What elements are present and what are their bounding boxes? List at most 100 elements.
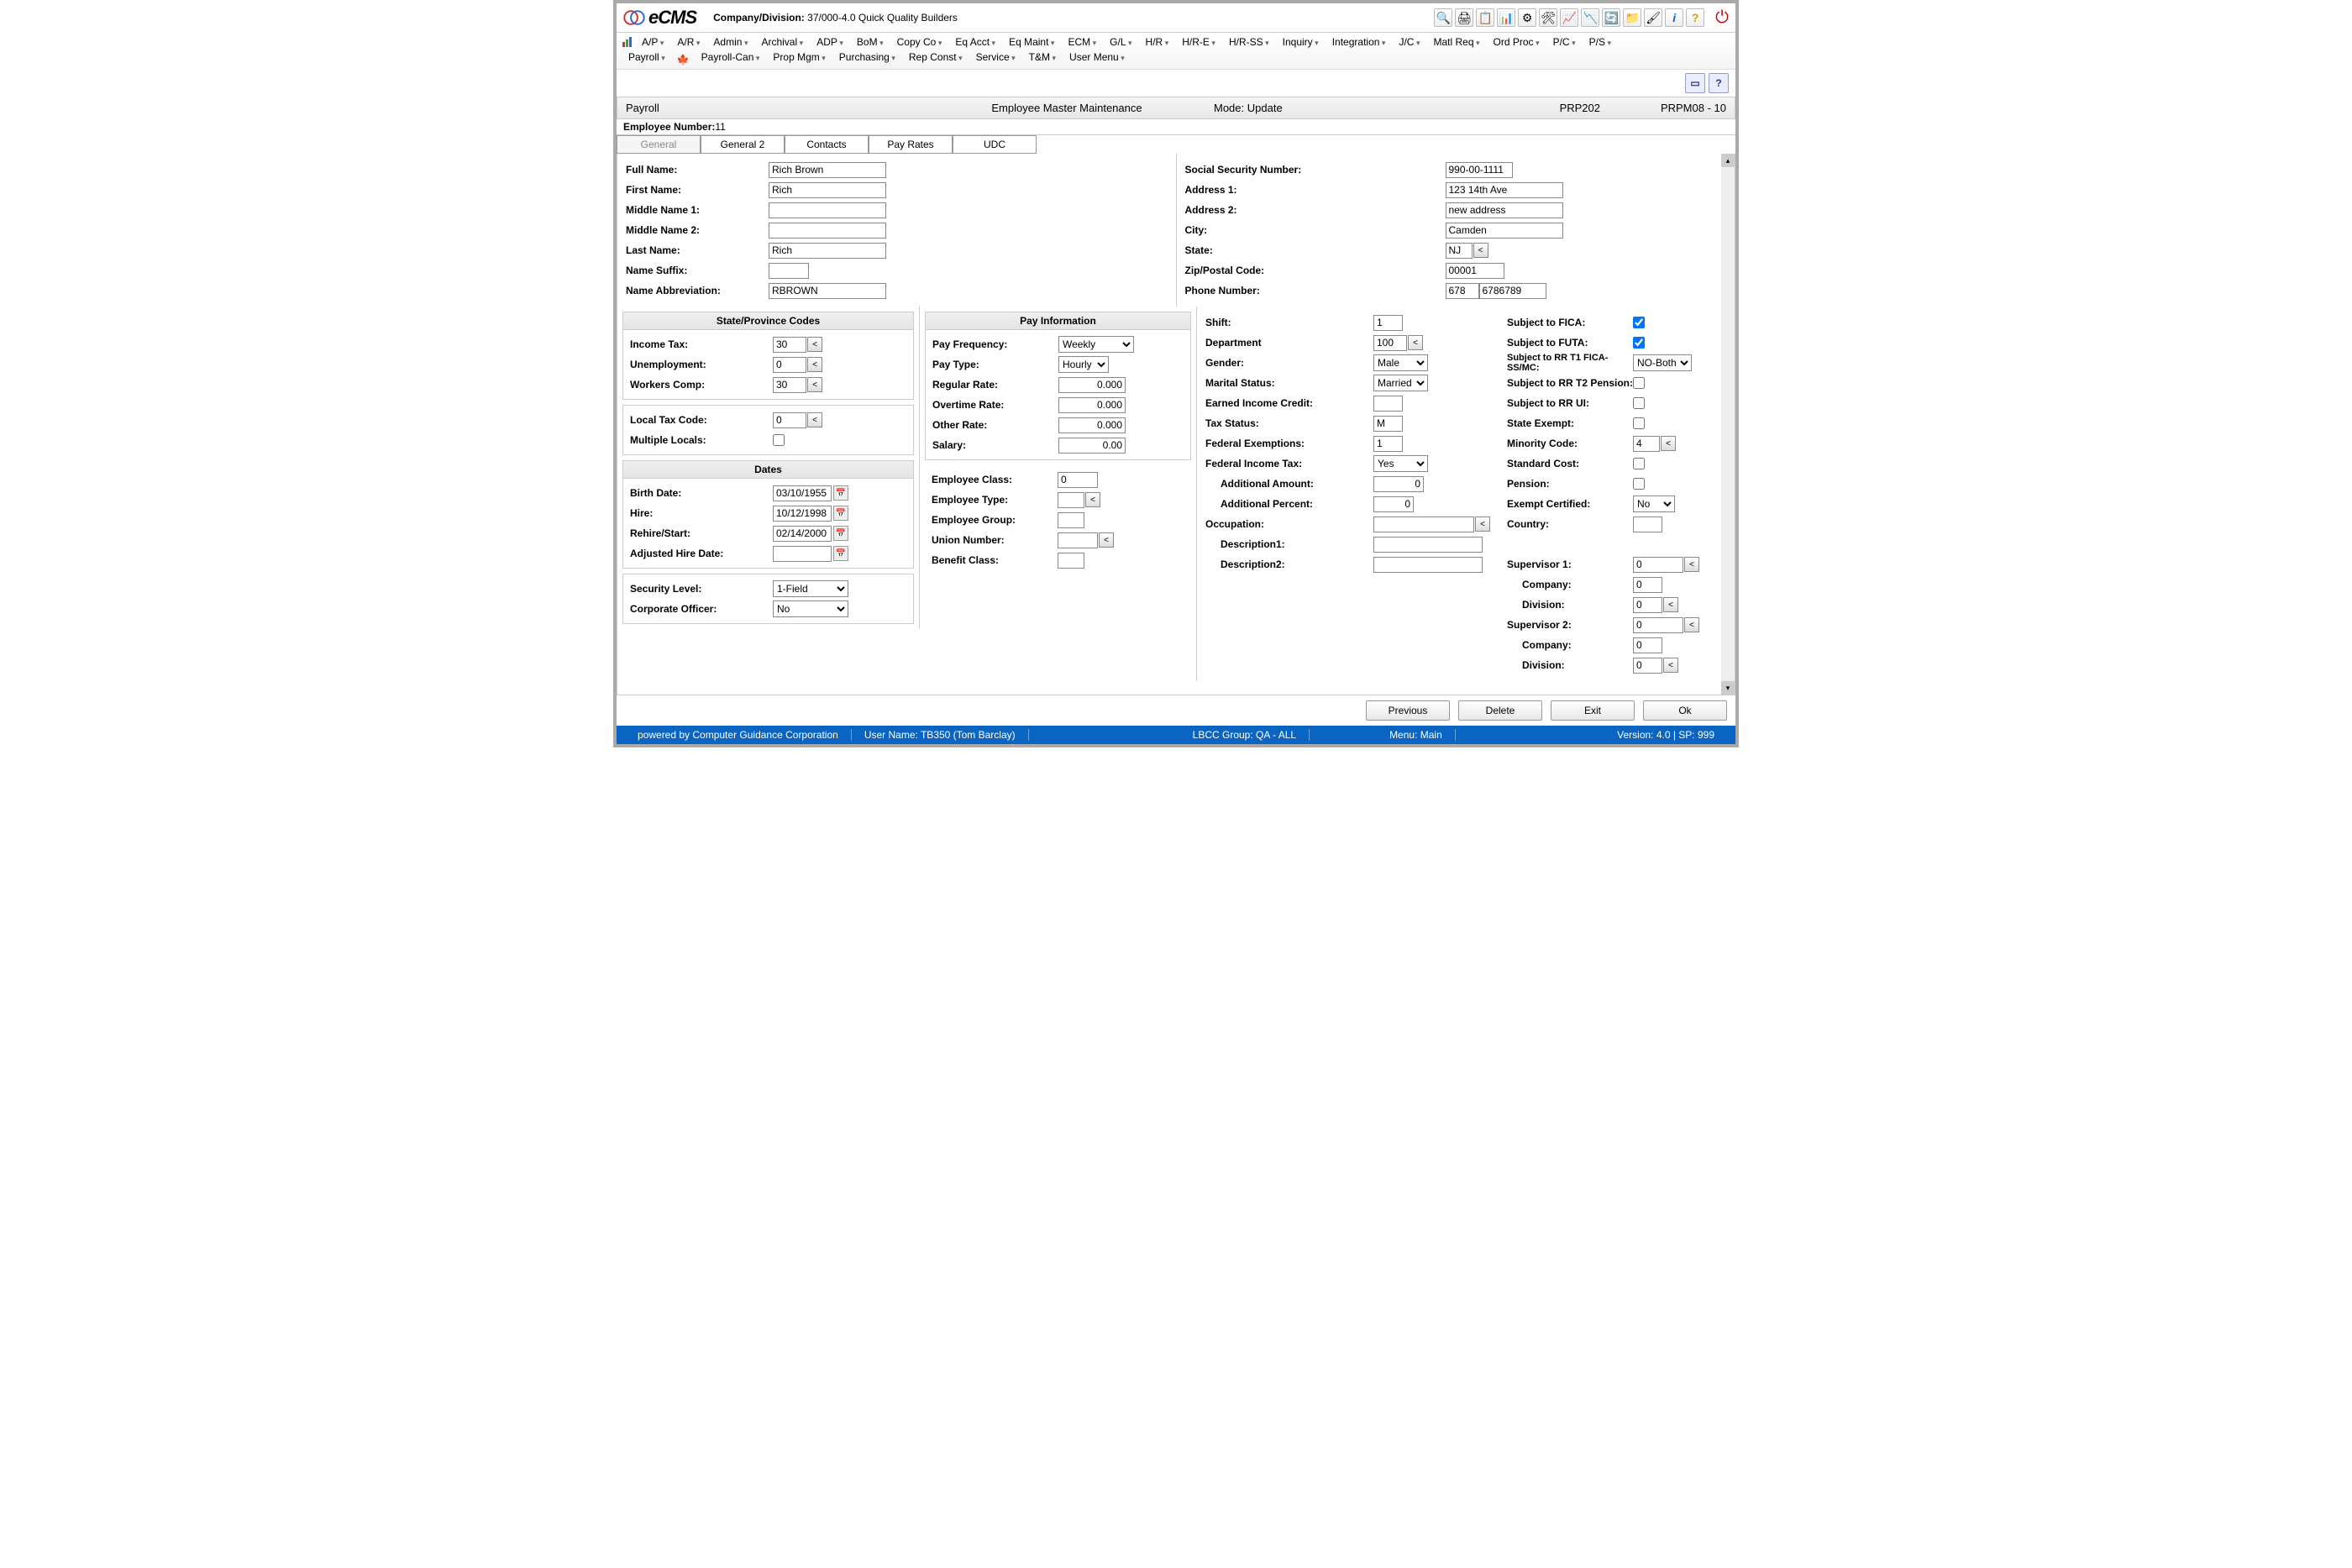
toolbar-refresh-icon[interactable]: 🔄: [1602, 8, 1620, 27]
sec-level-select[interactable]: 1-Field: [773, 580, 848, 597]
adj-hire-datepicker-icon[interactable]: 📅: [833, 546, 848, 561]
menu-hrss[interactable]: H/R-SS: [1222, 34, 1276, 50]
reg-input[interactable]: [1058, 377, 1126, 393]
menu-ps[interactable]: P/S: [1583, 34, 1618, 50]
desc1-input[interactable]: [1373, 537, 1483, 553]
gender-select[interactable]: Male: [1373, 354, 1428, 371]
scroll-down[interactable]: ▾: [1721, 681, 1735, 695]
tab-general[interactable]: General: [617, 135, 701, 154]
hire-input[interactable]: [773, 506, 832, 522]
menu-purchasing[interactable]: Purchasing: [832, 49, 902, 66]
dept-input[interactable]: [1373, 335, 1407, 351]
group-input[interactable]: [1058, 512, 1084, 528]
eic-input[interactable]: [1373, 396, 1403, 412]
menu-inquiry[interactable]: Inquiry: [1276, 34, 1326, 50]
occ-input[interactable]: [1373, 517, 1474, 532]
previous-button[interactable]: Previous: [1366, 700, 1450, 721]
menu-payroll[interactable]: Payroll: [622, 49, 672, 66]
taxstat-input[interactable]: [1373, 416, 1403, 432]
menu-archival[interactable]: Archival: [754, 34, 810, 50]
subheader-window-icon[interactable]: ▭: [1685, 73, 1705, 93]
futa-check[interactable]: [1633, 337, 1645, 349]
menu-hr[interactable]: H/R: [1139, 34, 1176, 50]
unemp-input[interactable]: [773, 357, 806, 373]
comp2-input[interactable]: [1633, 637, 1662, 653]
multi-local-check[interactable]: [773, 434, 785, 446]
union-input[interactable]: [1058, 532, 1098, 548]
addr1-input[interactable]: [1446, 182, 1563, 198]
menu-eqacct[interactable]: Eq Acct: [948, 34, 1002, 50]
div2-lookup[interactable]: <: [1663, 658, 1678, 673]
toolbar-folder-icon[interactable]: 📁: [1623, 8, 1641, 27]
full-name-input[interactable]: [769, 162, 886, 178]
min-input[interactable]: [1633, 436, 1660, 452]
unemp-lookup[interactable]: <: [807, 357, 822, 372]
comp1-input[interactable]: [1633, 577, 1662, 593]
delete-button[interactable]: Delete: [1458, 700, 1542, 721]
mid1-input[interactable]: [769, 202, 886, 218]
tab-udc[interactable]: UDC: [953, 135, 1037, 154]
toolbar-print-icon[interactable]: 🖨: [1455, 8, 1473, 27]
corp-off-select[interactable]: No: [773, 600, 848, 617]
paytype-select[interactable]: Hourly: [1058, 356, 1109, 373]
fedex-input[interactable]: [1373, 436, 1403, 452]
mid2-input[interactable]: [769, 223, 886, 239]
marital-select[interactable]: Married: [1373, 375, 1428, 391]
sup2-lookup[interactable]: <: [1684, 617, 1699, 632]
sup2-input[interactable]: [1633, 617, 1683, 633]
min-lookup[interactable]: <: [1661, 436, 1676, 451]
tab-contacts[interactable]: Contacts: [785, 135, 869, 154]
menu-gl[interactable]: G/L: [1103, 34, 1138, 50]
excert-select[interactable]: No: [1633, 496, 1675, 512]
div1-lookup[interactable]: <: [1663, 597, 1678, 612]
wc-lookup[interactable]: <: [807, 377, 822, 392]
adj-hire-input[interactable]: [773, 546, 832, 562]
addr2-input[interactable]: [1446, 202, 1563, 218]
zip-input[interactable]: [1446, 263, 1504, 279]
state-input[interactable]: [1446, 243, 1473, 259]
menu-eqmaint[interactable]: Eq Maint: [1002, 34, 1061, 50]
freq-select[interactable]: Weekly: [1058, 336, 1134, 353]
desc2-input[interactable]: [1373, 557, 1483, 573]
menu-adp[interactable]: ADP: [810, 34, 850, 50]
menu-tm[interactable]: T&M: [1022, 49, 1063, 66]
ssn-input[interactable]: [1446, 162, 1513, 178]
menu-payrollcan[interactable]: Payroll-Can: [695, 49, 767, 66]
birth-datepicker-icon[interactable]: 📅: [833, 485, 848, 501]
country-input[interactable]: [1633, 517, 1662, 532]
etype-lookup[interactable]: <: [1085, 492, 1100, 507]
phone-num-input[interactable]: [1479, 283, 1546, 299]
fica-check[interactable]: [1633, 317, 1645, 328]
menu-usermenu[interactable]: User Menu: [1063, 49, 1131, 66]
tab-general2[interactable]: General 2: [701, 135, 785, 154]
suffix-input[interactable]: [769, 263, 809, 279]
benefit-input[interactable]: [1058, 553, 1084, 569]
menu-matlreq[interactable]: Matl Req: [1426, 34, 1486, 50]
menu-integration[interactable]: Integration: [1326, 34, 1393, 50]
toolbar-brush-icon[interactable]: 🖌: [1644, 8, 1662, 27]
sup1-input[interactable]: [1633, 557, 1683, 573]
exit-button[interactable]: Exit: [1551, 700, 1635, 721]
fit-select[interactable]: Yes: [1373, 455, 1428, 472]
toolbar-tools-icon[interactable]: 🛠: [1539, 8, 1557, 27]
union-lookup[interactable]: <: [1099, 532, 1114, 548]
state-lookup[interactable]: <: [1473, 243, 1488, 258]
menu-ordproc[interactable]: Ord Proc: [1487, 34, 1546, 50]
toolbar-info-icon[interactable]: i: [1665, 8, 1683, 27]
ok-button[interactable]: Ok: [1643, 700, 1727, 721]
abbr-input[interactable]: [769, 283, 886, 299]
addamt-input[interactable]: [1373, 476, 1424, 492]
menu-jc[interactable]: J/C: [1392, 34, 1426, 50]
toolbar-chart1-icon[interactable]: 📊: [1497, 8, 1515, 27]
phone-area-input[interactable]: [1446, 283, 1479, 299]
shift-input[interactable]: [1373, 315, 1403, 331]
birth-input[interactable]: [773, 485, 832, 501]
power-icon[interactable]: ⏻: [1715, 8, 1729, 28]
subheader-help-icon[interactable]: ?: [1709, 73, 1729, 93]
menu-admin[interactable]: Admin: [706, 34, 754, 50]
dept-lookup[interactable]: <: [1408, 335, 1423, 350]
stex-check[interactable]: [1633, 417, 1645, 429]
div2-input[interactable]: [1633, 658, 1662, 674]
menu-hre[interactable]: H/R-E: [1175, 34, 1222, 50]
occ-lookup[interactable]: <: [1475, 517, 1490, 532]
